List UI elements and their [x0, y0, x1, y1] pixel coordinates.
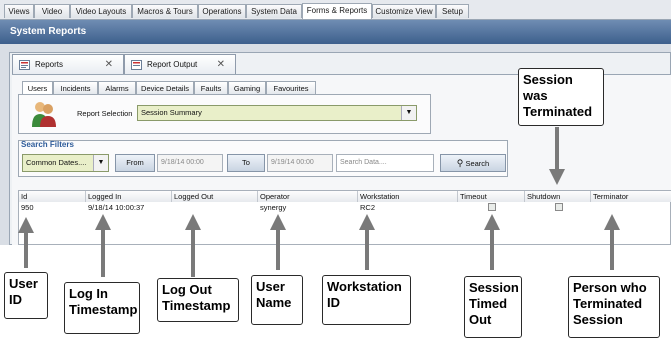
callout-workstation-id: Workstation ID	[322, 275, 411, 325]
callout-session-timed-out: Session Timed Out	[464, 276, 522, 338]
callout-log-in: Log In Timestamp	[64, 282, 140, 334]
callout-session-terminated: Session was Terminated	[518, 68, 604, 126]
callout-terminated-by: Person who Terminated Session	[568, 276, 660, 338]
callout-user-name: User Name	[251, 275, 303, 325]
callout-log-out: Log Out Timestamp	[157, 278, 239, 322]
callout-user-id: User ID	[4, 272, 48, 319]
